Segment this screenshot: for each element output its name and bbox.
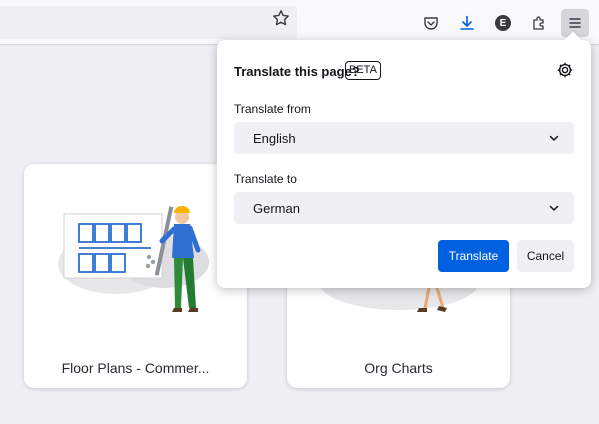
gear-icon xyxy=(557,62,573,78)
translation-panel: Translate this page? BETA Translate from… xyxy=(217,31,591,288)
chevron-down-icon xyxy=(549,205,559,211)
floor-plan-illustration xyxy=(58,206,209,312)
address-bar[interactable] xyxy=(0,6,297,39)
translate-to-label: Translate to xyxy=(234,172,297,186)
translate-from-value: English xyxy=(253,130,296,146)
translate-from-select[interactable]: English xyxy=(234,122,574,154)
extension-account-icon[interactable]: E xyxy=(489,9,517,37)
translate-button[interactable]: Translate xyxy=(438,240,509,272)
template-card-floor-plans[interactable]: Floor Plans - Commer... xyxy=(24,164,247,388)
beta-badge: BETA xyxy=(345,61,381,80)
extensions-icon[interactable] xyxy=(525,9,553,37)
card-title: Floor Plans - Commer... xyxy=(61,360,210,376)
translation-settings-button[interactable] xyxy=(553,58,577,82)
chevron-down-icon xyxy=(549,135,559,141)
translate-from-label: Translate from xyxy=(234,102,311,116)
translate-to-value: German xyxy=(253,200,300,216)
account-avatar: E xyxy=(495,15,511,31)
bookmark-star-icon[interactable] xyxy=(267,4,295,32)
card-title: Org Charts xyxy=(364,360,433,376)
translate-to-select[interactable]: German xyxy=(234,192,574,224)
pocket-icon[interactable] xyxy=(417,9,445,37)
cancel-button[interactable]: Cancel xyxy=(517,240,574,272)
download-icon[interactable] xyxy=(453,9,481,37)
browser-toolbar: E xyxy=(0,0,599,45)
panel-title: Translate this page? xyxy=(234,64,360,79)
